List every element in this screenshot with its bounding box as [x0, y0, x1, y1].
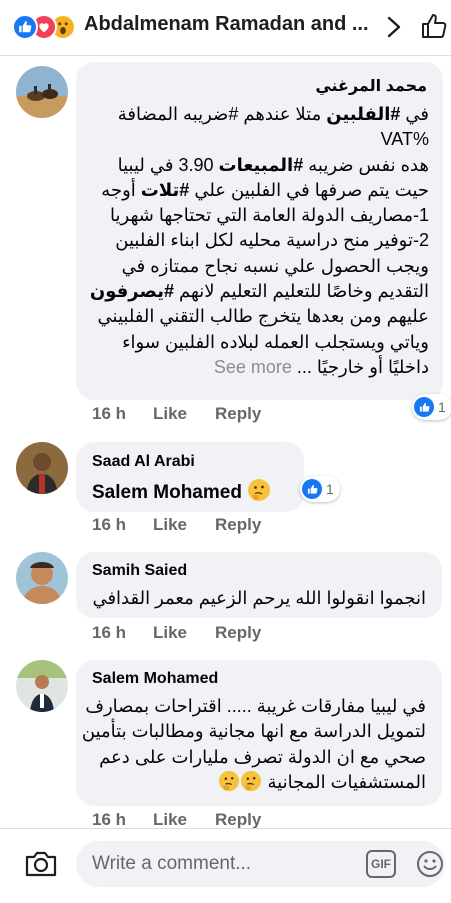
- like-icon: [414, 397, 434, 417]
- comment-line: حيت يتم صرفها في الفلبين علي #تلات أوجه: [101, 179, 429, 200]
- comment-composer: Write a comment... GIF: [0, 828, 451, 903]
- comment-author[interactable]: محمد المرغني: [315, 76, 427, 96]
- reaction-count[interactable]: 1: [412, 394, 451, 420]
- post-title[interactable]: Abdalmenam Ramadan and ...: [84, 13, 374, 36]
- comment-line: %VAT: [380, 129, 429, 150]
- comment-line: 1-مصاريف الدولة العامة التي تحتاجها شهري…: [110, 205, 429, 226]
- comment-bubble: Saad Al Arabi Salem Mohamed: [76, 442, 304, 512]
- thinking-emoji-icon: [241, 770, 262, 791]
- comment-line: صحي مع ان الدولة تصرف مليارات على دعم: [99, 746, 426, 767]
- comment-line: عليهم ومن بعدها يتخرج طالب التقني الفلبي…: [97, 306, 429, 327]
- like-button[interactable]: Like: [153, 515, 187, 535]
- post-header: Abdalmenam Ramadan and ...: [0, 0, 451, 56]
- reply-button[interactable]: Reply: [215, 515, 261, 535]
- comment-line: لتمويل الدراسة مع انها مجانية ومطالبات ب…: [81, 721, 426, 742]
- avatar[interactable]: [16, 660, 68, 712]
- avatar[interactable]: [16, 442, 68, 494]
- comment-line: التقديم وخاصًا للتعليم التعليم لانهم #يص…: [89, 281, 429, 302]
- reaction-count[interactable]: 1: [300, 476, 340, 502]
- like-button[interactable]: Like: [153, 404, 187, 424]
- see-more-link[interactable]: See more: [214, 357, 292, 377]
- comment-text: في ليبيا مفارقات غريبة ..... اقتراحات بم…: [82, 694, 426, 795]
- comment-bubble: Salem Mohamed في ليبيا مفارقات غريبة ...…: [76, 660, 442, 806]
- comment-author[interactable]: Salem Mohamed: [92, 670, 218, 688]
- comment-line: المستشفيات المجانية: [82, 770, 426, 795]
- reply-button[interactable]: Reply: [215, 404, 261, 424]
- reactions-summary[interactable]: [12, 14, 82, 40]
- comment-input[interactable]: Write a comment... GIF: [76, 841, 445, 887]
- thumbs-up-icon[interactable]: [420, 12, 448, 40]
- comment-line: في #الفلبين متلا عندهم #ضريبه المضافة: [117, 104, 429, 124]
- comment-time: 16 h: [92, 810, 127, 829]
- comment-bubble: محمد المرغني في #الفلبين متلا عندهم #ضري…: [76, 62, 443, 400]
- comment-line: ويجب الحصول علي نسبه نجاح ممتازه في: [121, 255, 429, 276]
- like-icon: [302, 479, 322, 499]
- reply-button[interactable]: Reply: [215, 623, 261, 643]
- avatar[interactable]: [16, 552, 68, 604]
- emoji-icon[interactable]: [415, 849, 445, 879]
- chevron-right-icon[interactable]: [383, 15, 405, 39]
- comment-line: هده نفس ضريبه #المبيعات 3.90 في ليبيا: [117, 154, 429, 175]
- gif-button[interactable]: GIF: [366, 850, 396, 878]
- reply-button[interactable]: Reply: [215, 810, 261, 830]
- comment-time: 16 h: [92, 515, 127, 534]
- reaction-count-value: 1: [326, 481, 334, 497]
- comment-line: داخليًا أو خارجيًا ... See more: [213, 356, 429, 377]
- comment-author[interactable]: Saad Al Arabi: [92, 453, 195, 471]
- mentioned-user[interactable]: Salem Mohamed: [92, 478, 271, 505]
- comment-time: 16 h: [92, 404, 127, 423]
- comment-line: وياتي ويستجلب العمله لبلاده الفلبين سواء: [122, 331, 429, 352]
- comment-time: 16 h: [92, 623, 127, 642]
- comment-author[interactable]: Samih Saied: [92, 562, 187, 580]
- avatar[interactable]: [16, 66, 68, 118]
- comment-bubble: Samih Saied انجموا انقولوا الله يرحم الز…: [76, 552, 442, 618]
- comment-line: في ليبيا مفارقات غريبة ..... اقتراحات بم…: [85, 696, 426, 716]
- comment-input-placeholder: Write a comment...: [92, 853, 252, 874]
- camera-icon[interactable]: [24, 849, 58, 879]
- thinking-emoji-icon: [219, 770, 240, 791]
- comment-text: في #الفلبين متلا عندهم #ضريبه المضافة %V…: [90, 102, 429, 380]
- reaction-count-value: 1: [438, 399, 446, 415]
- like-icon: [12, 14, 38, 40]
- comment-text: انجموا انقولوا الله يرحم الزعيم معمر الق…: [92, 588, 426, 608]
- like-button[interactable]: Like: [153, 623, 187, 643]
- like-button[interactable]: Like: [153, 810, 187, 830]
- thinking-emoji-icon: [248, 479, 271, 501]
- comment-line: 2-توفير منح دراسية محليه لكل ابناء الفلب…: [115, 230, 429, 251]
